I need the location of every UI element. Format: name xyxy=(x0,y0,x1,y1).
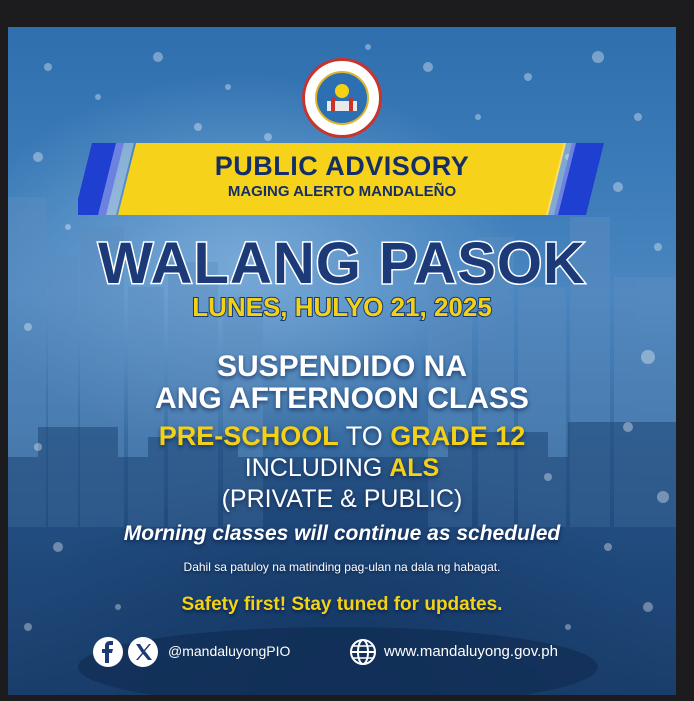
grade-connector: TO xyxy=(345,421,383,451)
website-link[interactable]: www.mandaluyong.gov.ph xyxy=(384,643,558,660)
safety-message: Safety first! Stay tuned for updates. xyxy=(181,594,503,615)
suspension-line-2: ANG AFTERNOON CLASS xyxy=(155,382,529,415)
mandaluyong-city-seal xyxy=(302,58,382,138)
grade-range: PRE-SCHOOL TO GRADE 12 xyxy=(8,421,676,452)
seal-emblem-icon xyxy=(315,71,369,125)
advisory-poster: PUBLIC ADVISORY MAGING ALERTO MANDALEÑO … xyxy=(8,27,676,695)
social-handle[interactable]: @mandaluyongPIO xyxy=(168,643,290,659)
facebook-icon[interactable] xyxy=(93,637,123,667)
coverage-text: (PRIVATE & PUBLIC) xyxy=(221,485,463,513)
grade-to: GRADE 12 xyxy=(390,421,526,451)
globe-icon xyxy=(350,639,376,665)
advisory-subtitle: MAGING ALERTO MANDALEÑO xyxy=(227,183,457,200)
top-dark-bar xyxy=(0,0,694,27)
grade-from: PRE-SCHOOL xyxy=(158,421,339,451)
suspension-line-1: SUSPENDIDO NA xyxy=(216,350,468,383)
including-line: INCLUDING ALS xyxy=(8,454,676,483)
x-icon[interactable] xyxy=(128,637,158,667)
including-program: ALS xyxy=(389,454,440,482)
advisory-date: LUNES, HULYO 21, 2025 xyxy=(191,291,493,323)
right-dark-bar xyxy=(676,27,694,701)
advisory-title: PUBLIC ADVISORY xyxy=(214,151,470,181)
including-prefix: INCLUDING xyxy=(244,454,383,482)
headline: WALANG PASOK xyxy=(97,230,587,298)
morning-note: Morning classes will continue as schedul… xyxy=(123,522,561,545)
reason-text: Dahil sa patuloy na matinding pag-ulan n… xyxy=(183,560,501,574)
